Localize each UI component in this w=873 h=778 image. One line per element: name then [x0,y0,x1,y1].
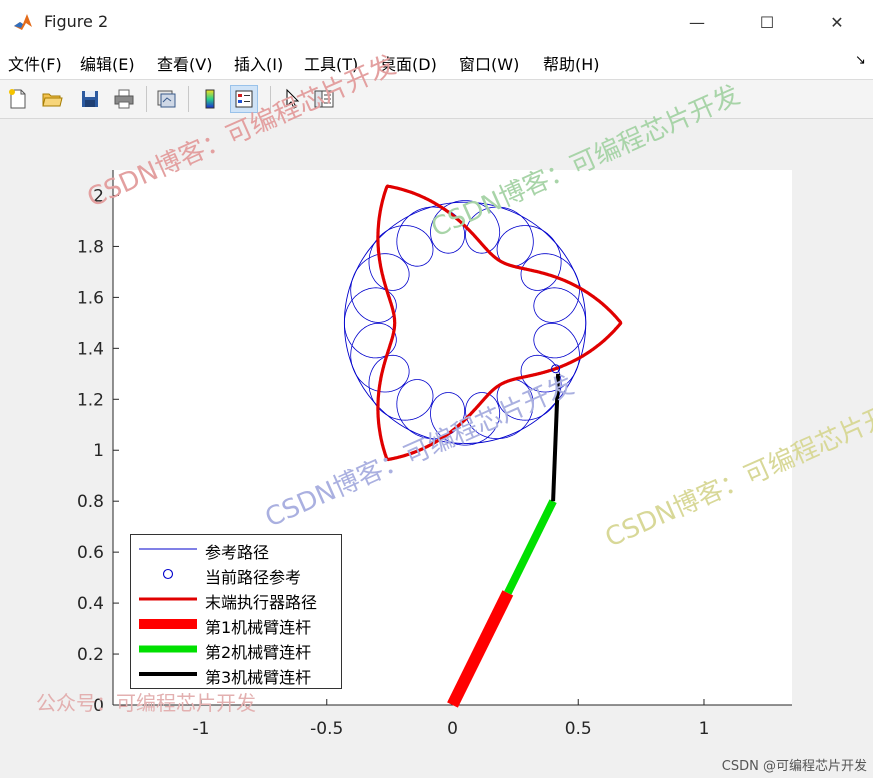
window-title: Figure 2 [44,12,109,31]
legend-label: 第2机械臂连杆 [205,643,312,662]
matlab-logo-icon [12,11,34,33]
insert-legend-icon [235,90,253,108]
figure-toolbar [0,80,873,119]
figure-canvas: 0 0.2 0.4 0.6 0.8 1 1.2 1.4 1.6 1.8 2 -1 -0.5 0 0.5 1 参… [0,50,873,778]
y-tick-label: 1.6 [77,288,104,308]
close-button[interactable]: ✕ [808,0,866,45]
minimize-icon: — [689,13,705,32]
property-inspector-icon [314,90,334,108]
property-inspector-button[interactable] [310,85,338,113]
legend-label: 末端执行器路径 [205,593,318,612]
legend-label: 第3机械臂连杆 [205,668,312,687]
print-button[interactable] [110,85,138,113]
link-plot-button[interactable] [152,85,180,113]
close-icon: ✕ [830,13,844,32]
menu-window[interactable]: 窗口(W) [459,51,519,75]
dock-figure-icon[interactable]: ↘ [855,53,866,68]
x-tick-label: -1 [193,719,210,739]
x-tick-label: -0.5 [310,719,343,739]
menu-tools[interactable]: 工具(T) [304,51,358,75]
y-tick-label: 0.2 [77,645,104,665]
legend-label: 第1机械臂连杆 [205,618,312,637]
toolbar-separator [146,86,147,112]
legend-label: 参考路径 [205,543,270,562]
save-icon [82,91,98,107]
legend-label: 当前路径参考 [205,568,302,587]
y-tick-label: 1.2 [77,390,104,410]
menu-bar: 文件(F) 编辑(E) 查看(V) 插入(I) 工具(T) 桌面(D) 窗口(W… [0,45,873,80]
y-tick-label: 1.4 [77,339,104,359]
menu-help[interactable]: 帮助(H) [543,51,600,75]
minimize-button[interactable]: — [668,0,726,45]
y-tick-label: 0 [93,696,104,716]
edit-plot-icon [286,88,300,109]
print-icon [114,89,134,109]
y-tick-label: 2 [93,186,104,206]
x-tick-label: 0.5 [565,719,592,739]
save-button[interactable] [76,85,104,113]
legend-marker-symbol [162,568,174,580]
y-tick-label: 1.8 [77,237,104,257]
toolbar-separator [270,86,271,112]
menu-desktop[interactable]: 桌面(D) [380,51,437,75]
edit-plot-button[interactable] [278,85,306,113]
maximize-icon: ☐ [759,13,775,32]
y-tick-label: 0.4 [77,594,104,614]
new-figure-icon [9,89,26,109]
y-tick-label: 0.6 [77,543,104,563]
menu-file[interactable]: 文件(F) [8,51,62,75]
insert-colorbar-button[interactable] [196,85,224,113]
y-tick-label: 1 [93,441,104,461]
open-file-icon [42,93,63,107]
new-figure-button[interactable] [4,85,32,113]
legend[interactable]: 参考路径 当前路径参考 末端执行器路径 第1机械臂连杆 第2机械臂连杆 第3机械… [130,534,342,689]
x-tick-label: 0 [447,719,458,739]
maximize-button[interactable]: ☐ [738,0,796,45]
title-bar: Figure 2 — ☐ ✕ [0,0,873,45]
insert-legend-button[interactable] [230,85,258,113]
menu-edit[interactable]: 编辑(E) [80,51,135,75]
menu-insert[interactable]: 插入(I) [234,51,283,75]
menu-view[interactable]: 查看(V) [157,51,212,75]
x-tick-label: 1 [699,719,710,739]
link-plot-icon [157,90,176,108]
insert-colorbar-icon [205,89,215,109]
footer-credit: CSDN @可编程芯片开发 [721,759,867,774]
toolbar-separator [188,86,189,112]
open-file-button[interactable] [38,85,66,113]
y-tick-label: 0.8 [77,492,104,512]
